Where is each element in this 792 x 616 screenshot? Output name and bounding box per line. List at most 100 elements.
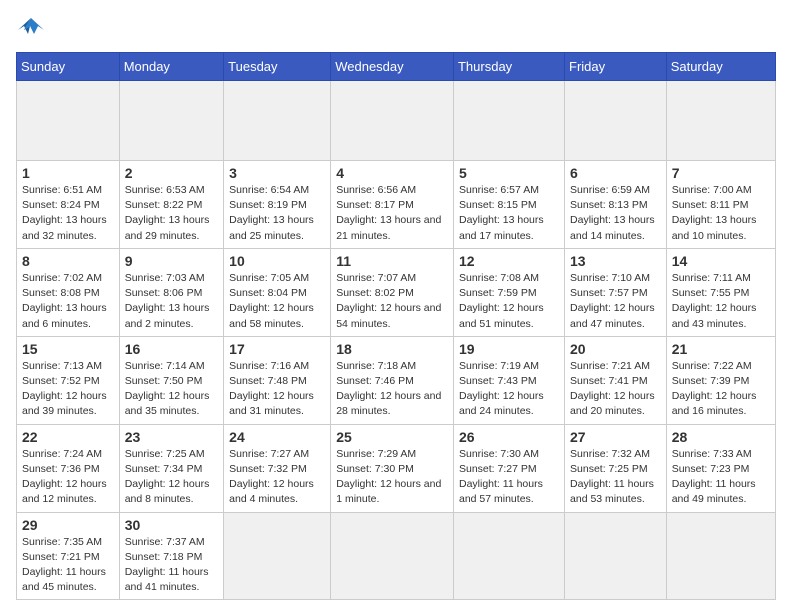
day-cell bbox=[224, 512, 331, 600]
day-number: 1 bbox=[22, 165, 114, 181]
day-cell bbox=[666, 512, 775, 600]
day-cell bbox=[666, 81, 775, 161]
day-cell bbox=[224, 81, 331, 161]
day-info: Sunrise: 7:32 AM Sunset: 7:25 PM Dayligh… bbox=[570, 447, 661, 508]
day-cell: 1 Sunrise: 6:51 AM Sunset: 8:24 PM Daylig… bbox=[17, 161, 120, 249]
day-number: 20 bbox=[570, 341, 661, 357]
col-header-wednesday: Wednesday bbox=[331, 53, 454, 81]
day-info: Sunrise: 6:53 AM Sunset: 8:22 PM Dayligh… bbox=[125, 183, 218, 244]
day-number: 23 bbox=[125, 429, 218, 445]
day-cell: 19 Sunrise: 7:19 AM Sunset: 7:43 PM Dayli… bbox=[453, 336, 564, 424]
day-cell: 13 Sunrise: 7:10 AM Sunset: 7:57 PM Dayli… bbox=[565, 248, 667, 336]
day-cell: 10 Sunrise: 7:05 AM Sunset: 8:04 PM Dayli… bbox=[224, 248, 331, 336]
day-info: Sunrise: 7:29 AM Sunset: 7:30 PM Dayligh… bbox=[336, 447, 448, 508]
day-number: 13 bbox=[570, 253, 661, 269]
day-info: Sunrise: 7:30 AM Sunset: 7:27 PM Dayligh… bbox=[459, 447, 559, 508]
day-info: Sunrise: 7:14 AM Sunset: 7:50 PM Dayligh… bbox=[125, 359, 218, 420]
day-info: Sunrise: 7:37 AM Sunset: 7:18 PM Dayligh… bbox=[125, 535, 218, 596]
day-number: 12 bbox=[459, 253, 559, 269]
day-number: 28 bbox=[672, 429, 770, 445]
day-info: Sunrise: 7:02 AM Sunset: 8:08 PM Dayligh… bbox=[22, 271, 114, 332]
day-number: 14 bbox=[672, 253, 770, 269]
day-cell: 28 Sunrise: 7:33 AM Sunset: 7:23 PM Dayli… bbox=[666, 424, 775, 512]
day-info: Sunrise: 7:21 AM Sunset: 7:41 PM Dayligh… bbox=[570, 359, 661, 420]
day-number: 6 bbox=[570, 165, 661, 181]
col-header-tuesday: Tuesday bbox=[224, 53, 331, 81]
day-cell: 12 Sunrise: 7:08 AM Sunset: 7:59 PM Dayli… bbox=[453, 248, 564, 336]
day-number: 4 bbox=[336, 165, 448, 181]
day-cell: 24Sunrise: 7:27 AM Sunset: 7:32 PM Dayli… bbox=[224, 424, 331, 512]
day-cell bbox=[565, 81, 667, 161]
day-info: Sunrise: 7:27 AM Sunset: 7:32 PM Dayligh… bbox=[229, 447, 325, 508]
col-header-thursday: Thursday bbox=[453, 53, 564, 81]
day-number: 22 bbox=[22, 429, 114, 445]
col-header-friday: Friday bbox=[565, 53, 667, 81]
day-info: Sunrise: 7:22 AM Sunset: 7:39 PM Dayligh… bbox=[672, 359, 770, 420]
col-header-sunday: Sunday bbox=[17, 53, 120, 81]
day-cell bbox=[453, 512, 564, 600]
day-number: 10 bbox=[229, 253, 325, 269]
day-cell bbox=[331, 512, 454, 600]
day-cell bbox=[119, 81, 223, 161]
week-row-3: 15 Sunrise: 7:13 AM Sunset: 7:52 PM Dayli… bbox=[17, 336, 776, 424]
day-cell: 8 Sunrise: 7:02 AM Sunset: 8:08 PM Daylig… bbox=[17, 248, 120, 336]
day-cell: 14 Sunrise: 7:11 AM Sunset: 7:55 PM Dayli… bbox=[666, 248, 775, 336]
day-cell: 7Sunrise: 7:00 AM Sunset: 8:11 PM Daylig… bbox=[666, 161, 775, 249]
day-cell: 23 Sunrise: 7:25 AM Sunset: 7:34 PM Dayli… bbox=[119, 424, 223, 512]
day-info: Sunrise: 7:05 AM Sunset: 8:04 PM Dayligh… bbox=[229, 271, 325, 332]
day-cell: 3Sunrise: 6:54 AM Sunset: 8:19 PM Daylig… bbox=[224, 161, 331, 249]
day-number: 2 bbox=[125, 165, 218, 181]
header-row: SundayMondayTuesdayWednesdayThursdayFrid… bbox=[17, 53, 776, 81]
week-row-5: 29Sunrise: 7:35 AM Sunset: 7:21 PM Dayli… bbox=[17, 512, 776, 600]
day-info: Sunrise: 7:25 AM Sunset: 7:34 PM Dayligh… bbox=[125, 447, 218, 508]
day-cell: 16 Sunrise: 7:14 AM Sunset: 7:50 PM Dayli… bbox=[119, 336, 223, 424]
day-info: Sunrise: 7:00 AM Sunset: 8:11 PM Dayligh… bbox=[672, 183, 770, 244]
day-cell: 26Sunrise: 7:30 AM Sunset: 7:27 PM Dayli… bbox=[453, 424, 564, 512]
day-cell bbox=[453, 81, 564, 161]
week-row-2: 8 Sunrise: 7:02 AM Sunset: 8:08 PM Daylig… bbox=[17, 248, 776, 336]
day-cell: 15 Sunrise: 7:13 AM Sunset: 7:52 PM Dayli… bbox=[17, 336, 120, 424]
day-number: 15 bbox=[22, 341, 114, 357]
day-info: Sunrise: 7:13 AM Sunset: 7:52 PM Dayligh… bbox=[22, 359, 114, 420]
week-row-1: 1 Sunrise: 6:51 AM Sunset: 8:24 PM Daylig… bbox=[17, 161, 776, 249]
day-cell: 11Sunrise: 7:07 AM Sunset: 8:02 PM Dayli… bbox=[331, 248, 454, 336]
day-cell: 22 Sunrise: 7:24 AM Sunset: 7:36 PM Dayli… bbox=[17, 424, 120, 512]
day-number: 27 bbox=[570, 429, 661, 445]
day-info: Sunrise: 6:56 AM Sunset: 8:17 PM Dayligh… bbox=[336, 183, 448, 244]
logo-bird-icon bbox=[16, 16, 46, 40]
day-number: 25 bbox=[336, 429, 448, 445]
calendar-table: SundayMondayTuesdayWednesdayThursdayFrid… bbox=[16, 52, 776, 600]
day-number: 3 bbox=[229, 165, 325, 181]
day-cell bbox=[331, 81, 454, 161]
day-number: 8 bbox=[22, 253, 114, 269]
day-cell: 9Sunrise: 7:03 AM Sunset: 8:06 PM Daylig… bbox=[119, 248, 223, 336]
day-number: 19 bbox=[459, 341, 559, 357]
day-cell: 21Sunrise: 7:22 AM Sunset: 7:39 PM Dayli… bbox=[666, 336, 775, 424]
day-cell bbox=[565, 512, 667, 600]
day-info: Sunrise: 7:07 AM Sunset: 8:02 PM Dayligh… bbox=[336, 271, 448, 332]
day-cell bbox=[17, 81, 120, 161]
day-cell: 17Sunrise: 7:16 AM Sunset: 7:48 PM Dayli… bbox=[224, 336, 331, 424]
day-cell: 20 Sunrise: 7:21 AM Sunset: 7:41 PM Dayli… bbox=[565, 336, 667, 424]
day-info: Sunrise: 6:59 AM Sunset: 8:13 PM Dayligh… bbox=[570, 183, 661, 244]
logo bbox=[16, 16, 50, 40]
day-info: Sunrise: 7:11 AM Sunset: 7:55 PM Dayligh… bbox=[672, 271, 770, 332]
day-cell: 30Sunrise: 7:37 AM Sunset: 7:18 PM Dayli… bbox=[119, 512, 223, 600]
day-info: Sunrise: 7:24 AM Sunset: 7:36 PM Dayligh… bbox=[22, 447, 114, 508]
day-info: Sunrise: 7:19 AM Sunset: 7:43 PM Dayligh… bbox=[459, 359, 559, 420]
day-cell: 27 Sunrise: 7:32 AM Sunset: 7:25 PM Dayli… bbox=[565, 424, 667, 512]
day-info: Sunrise: 6:51 AM Sunset: 8:24 PM Dayligh… bbox=[22, 183, 114, 244]
day-info: Sunrise: 6:57 AM Sunset: 8:15 PM Dayligh… bbox=[459, 183, 559, 244]
day-number: 9 bbox=[125, 253, 218, 269]
page-header bbox=[16, 16, 776, 40]
day-info: Sunrise: 7:33 AM Sunset: 7:23 PM Dayligh… bbox=[672, 447, 770, 508]
day-info: Sunrise: 7:08 AM Sunset: 7:59 PM Dayligh… bbox=[459, 271, 559, 332]
day-cell: 29Sunrise: 7:35 AM Sunset: 7:21 PM Dayli… bbox=[17, 512, 120, 600]
day-number: 16 bbox=[125, 341, 218, 357]
col-header-saturday: Saturday bbox=[666, 53, 775, 81]
day-number: 29 bbox=[22, 517, 114, 533]
day-info: Sunrise: 7:10 AM Sunset: 7:57 PM Dayligh… bbox=[570, 271, 661, 332]
day-cell: 5 Sunrise: 6:57 AM Sunset: 8:15 PM Daylig… bbox=[453, 161, 564, 249]
day-number: 5 bbox=[459, 165, 559, 181]
day-info: Sunrise: 7:16 AM Sunset: 7:48 PM Dayligh… bbox=[229, 359, 325, 420]
